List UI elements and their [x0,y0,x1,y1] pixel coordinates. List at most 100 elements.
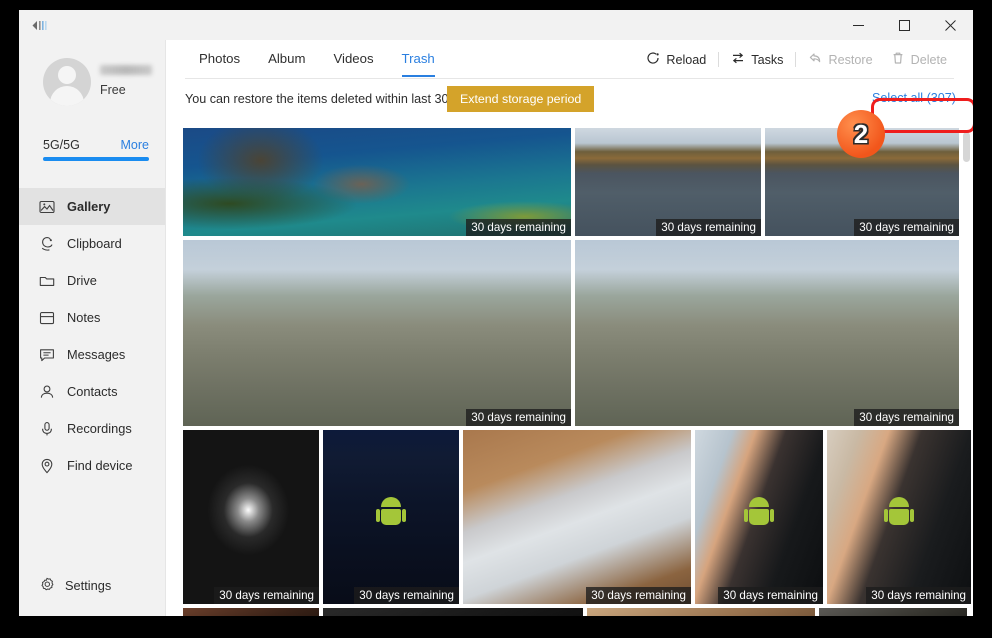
sidebar-item-gallery[interactable]: Gallery [19,188,165,225]
days-remaining-badge: 30 days remaining [854,409,959,426]
photo-thumbnail[interactable] [323,608,583,616]
close-button[interactable] [927,10,973,40]
photo-grid-row: 30 days remaining 30 days remaining 30 day… [183,430,973,604]
photo-thumbnail[interactable] [587,608,815,616]
maximize-button[interactable] [881,10,927,40]
reload-button[interactable]: Reload [637,47,715,72]
restore-label: Restore [828,52,873,67]
trash-icon [891,51,905,68]
android-robot-icon [744,497,774,527]
tasks-button[interactable]: Tasks [722,47,792,72]
gallery-icon [39,199,65,215]
tabs-bar: Photos Album Videos Trash Reload Tasks R… [166,40,973,79]
annotation-step-badge: 2 [837,110,885,158]
photo-thumbnail[interactable]: 30 days remaining [323,430,459,604]
photo-thumbnail[interactable]: 30 days remaining [695,430,823,604]
days-remaining-badge: 30 days remaining [586,587,691,604]
account-plan-label: Free [100,83,126,97]
days-remaining-badge: 30 days remaining [656,219,761,236]
delete-label: Delete [910,52,947,67]
toolbar-separator [795,52,797,67]
clipboard-icon [39,236,65,252]
days-remaining-badge: 30 days remaining [466,409,571,426]
storage-progress-bar [43,157,149,161]
delete-button[interactable]: Delete [882,47,956,72]
photo-thumbnail[interactable]: 30 days remaining [183,128,571,236]
extend-storage-period-button[interactable]: Extend storage period [447,86,595,112]
sidebar-item-clipboard[interactable]: Clipboard [19,225,165,262]
days-remaining-badge: 30 days remaining [354,587,459,604]
tab-list: Photos Album Videos Trash [185,40,449,77]
reload-icon [646,51,660,68]
tab-album[interactable]: Album [254,40,319,77]
gear-icon [39,577,65,593]
tab-trash[interactable]: Trash [388,40,449,77]
tasks-label: Tasks [751,52,784,67]
sidebar-item-label: Recordings [67,421,132,436]
photo-grid-row [183,608,973,616]
message-icon [39,347,65,363]
sidebar-item-label: Settings [65,577,112,593]
android-robot-icon [884,497,914,527]
sidebar-item-recordings[interactable]: Recordings [19,410,165,447]
android-robot-icon [376,497,406,527]
storage-usage-label: 5G/5G [43,138,80,152]
folder-icon [39,273,65,289]
toolbar-separator [718,52,720,67]
window-controls [835,10,973,40]
app-window: Free 5G/5G More Gallery Clipboard Drive … [19,10,973,616]
tab-videos[interactable]: Videos [319,40,387,77]
photo-thumbnail[interactable] [819,608,967,616]
account-profile[interactable]: Free [19,48,165,124]
tab-photos[interactable]: Photos [185,40,254,77]
photo-thumbnail[interactable]: 30 days remaining [183,240,571,426]
sidebar: Free 5G/5G More Gallery Clipboard Drive … [19,40,166,616]
photo-grid: 30 days remaining 30 days remaining 30 day… [183,128,973,616]
title-bar [19,10,973,40]
sidebar-item-label: Clipboard [67,236,122,251]
sidebar-item-label: Messages [67,347,126,362]
photo-thumbnail[interactable]: 30 days remaining [827,430,971,604]
photo-thumbnail[interactable]: 30 days remaining [575,128,761,236]
sidebar-item-label: Gallery [67,199,111,214]
microphone-icon [39,421,65,437]
days-remaining-badge: 30 days remaining [854,219,959,236]
sidebar-item-messages[interactable]: Messages [19,336,165,373]
restore-info-text: You can restore the items deleted within… [185,92,479,106]
storage-more-link[interactable]: More [121,138,149,152]
days-remaining-badge: 30 days remaining [718,587,823,604]
sidebar-item-drive[interactable]: Drive [19,262,165,299]
photo-grid-row: 30 days remaining 30 days remaining [183,240,973,426]
minimize-button[interactable] [835,10,881,40]
contact-icon [39,384,65,400]
sidebar-nav: Gallery Clipboard Drive Notes Messages C… [19,188,165,484]
photo-thumbnail[interactable]: 30 days remaining [575,240,959,426]
photo-thumbnail[interactable]: 30 days remaining [463,430,691,604]
select-all-link[interactable]: Select all (307) [872,91,956,105]
vertical-scrollbar[interactable] [963,132,970,162]
days-remaining-badge: 30 days remaining [866,587,971,604]
days-remaining-badge: 30 days remaining [466,219,571,236]
sidebar-item-label: Notes [67,310,101,325]
sidebar-item-notes[interactable]: Notes [19,299,165,336]
location-pin-icon [39,458,65,474]
sidebar-item-find-device[interactable]: Find device [19,447,165,484]
collapse-panel-icon[interactable] [26,16,52,34]
tasks-icon [731,51,745,68]
sidebar-item-contacts[interactable]: Contacts [19,373,165,410]
sidebar-item-label: Find device [67,458,133,473]
storage-widget: 5G/5G More [43,138,149,161]
photo-thumbnail[interactable]: 30 days remaining [183,430,319,604]
toolbar: Reload Tasks Restore Delete [637,47,956,72]
avatar [43,58,91,106]
days-remaining-badge: 30 days remaining [214,587,319,604]
account-name-redacted [100,65,152,75]
notes-icon [39,310,65,326]
restore-icon [808,51,822,68]
sidebar-item-label: Contacts [67,384,118,399]
photo-thumbnail[interactable] [183,608,319,616]
screenshot-root: Free 5G/5G More Gallery Clipboard Drive … [0,0,992,638]
restore-button[interactable]: Restore [799,47,881,72]
sidebar-item-label: Drive [67,273,97,288]
sidebar-item-settings[interactable]: Settings [19,568,165,602]
